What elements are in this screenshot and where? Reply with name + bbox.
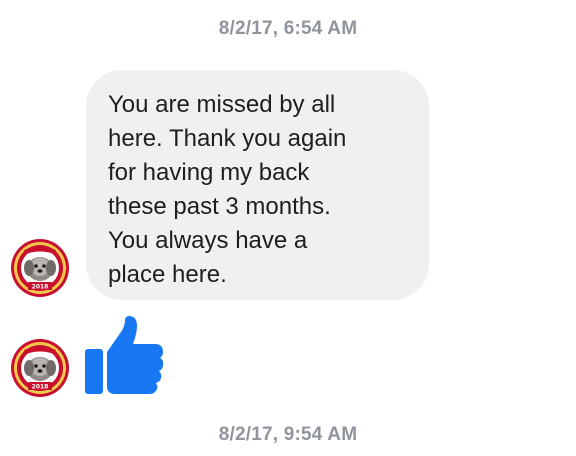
sender-avatar[interactable]: 2018 (10, 338, 70, 398)
svg-text:2018: 2018 (32, 384, 49, 391)
thumbs-up-icon[interactable] (83, 316, 165, 396)
timestamp: 8/2/17, 9:54 AM (218, 424, 358, 445)
message-line: here. Thank you again (108, 125, 347, 152)
message-line: You always have a (108, 227, 308, 254)
message-line: these past 3 months. (108, 193, 331, 220)
sender-avatar[interactable]: 2018 (10, 238, 70, 298)
message-line: You are missed by all (108, 91, 336, 118)
timestamp: 8/2/17, 6:54 AM (218, 18, 358, 39)
message-bubble[interactable]: You are missed by all here. Thank you ag… (86, 70, 429, 300)
message-line: place here. (108, 261, 227, 288)
message-line: for having my back (108, 159, 310, 186)
svg-text:2018: 2018 (32, 284, 49, 291)
message-thread: 8/2/17, 6:54 AM You are missed by all he… (0, 0, 576, 456)
badge-year: 2018 (32, 384, 49, 391)
badge-year: 2018 (32, 284, 49, 291)
